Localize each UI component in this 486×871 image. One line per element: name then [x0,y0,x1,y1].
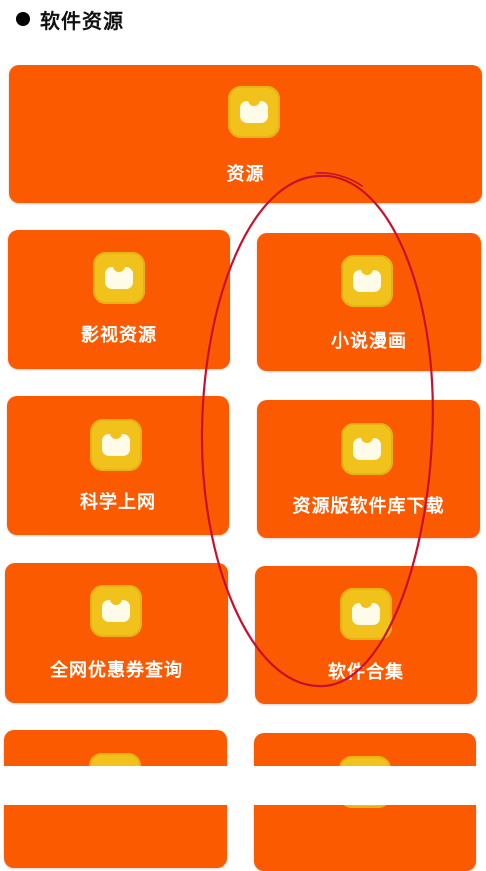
bag-icon [341,423,393,475]
tile-label: 全网优惠券查询 [50,660,183,681]
tile-label: 科学上网 [80,492,156,513]
tile-vpn[interactable]: 科学上网 [7,396,229,535]
tile-label: 小说漫画 [331,331,407,352]
section-title: 软件资源 [40,8,124,33]
bottom-edge [0,766,486,805]
tile-label: 软件合集 [328,662,404,683]
tile-label: 影视资源 [81,325,157,346]
section-header: 软件资源 [4,4,124,34]
bullet-icon [16,12,30,26]
tile-software-library[interactable]: 资源版软件库下载 [257,400,480,538]
bag-icon [90,419,142,471]
bag-icon [341,255,393,307]
tile-resources[interactable]: 资源 [9,65,482,203]
tile-label: 资源版软件库下载 [292,496,445,517]
bag-icon [228,86,280,138]
bag-icon [93,252,145,304]
tile-film-resources[interactable]: 影视资源 [8,230,230,369]
tile-coupon-search[interactable]: 全网优惠券查询 [5,563,228,703]
bag-icon [340,588,392,640]
bag-icon [90,585,142,637]
tile-software-collection[interactable]: 软件合集 [255,566,477,704]
tile-label: 资源 [226,164,265,185]
tile-novels-comics[interactable]: 小说漫画 [257,233,481,371]
